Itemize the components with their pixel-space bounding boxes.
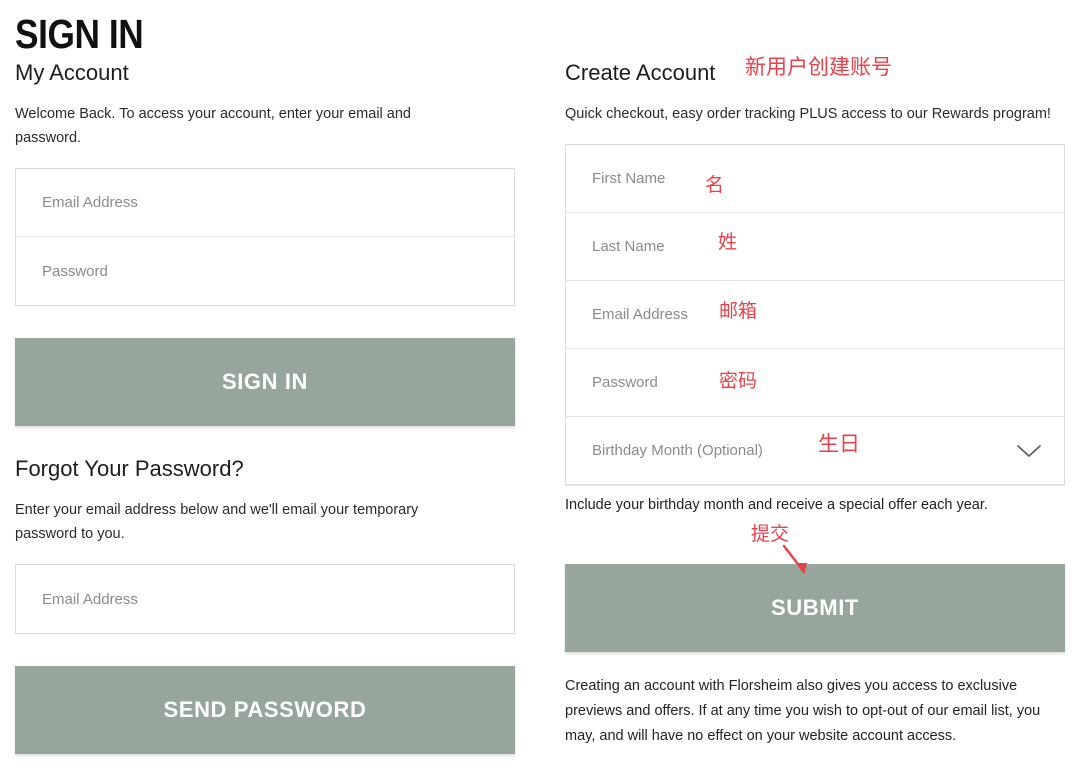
send-password-button[interactable]: SEND PASSWORD	[15, 666, 515, 754]
create-account-title: Create Account	[565, 60, 716, 85]
create-account-form: First Name Last Name Email Address Passw…	[565, 144, 1065, 486]
create-account-intro-text: Quick checkout, easy order tracking PLUS…	[565, 106, 1051, 122]
create-password-field[interactable]: Password	[566, 349, 1064, 417]
forgot-password-title: Forgot Your Password?	[15, 456, 244, 481]
sign-in-intro-text: Welcome Back. To access your account, en…	[15, 106, 411, 146]
page-subtitle: My Account	[15, 60, 129, 85]
signin-create-account-page: SIGN IN My Account Welcome Back. To acce…	[0, 0, 1086, 773]
last-name-field[interactable]: Last Name	[566, 213, 1064, 281]
create-account-footnote: Creating an account with Florsheim also …	[565, 678, 1041, 744]
birthday-month-select[interactable]: Birthday Month (Optional)	[566, 417, 1064, 485]
rewards-details-footnote: For complete Florsheim Rewards program d…	[565, 768, 1061, 773]
forgot-email-field-label: Email Address	[42, 590, 138, 608]
first-name-field-label: First Name	[592, 170, 666, 187]
page-title: SIGN IN	[15, 11, 144, 57]
submit-annotation: 提交	[751, 523, 790, 545]
chevron-down-icon	[1016, 443, 1042, 459]
submit-button[interactable]: SUBMIT	[565, 564, 1065, 652]
create-email-field-label: Email Address	[592, 306, 688, 323]
password-field-label: Password	[42, 262, 108, 280]
forgot-email-field[interactable]: Email Address	[16, 565, 514, 633]
create-account-column: Create Account 新用户创建账号 Quick checkout, e…	[565, 0, 1065, 773]
sign-in-column: SIGN IN My Account Welcome Back. To acce…	[15, 0, 515, 754]
first-name-field[interactable]: First Name	[566, 145, 1064, 213]
forgot-password-intro-text: Enter your email address below and we'll…	[15, 502, 419, 542]
sign-in-form: Email Address Password	[15, 168, 515, 306]
sign-in-button[interactable]: SIGN IN	[15, 338, 515, 426]
last-name-field-label: Last Name	[592, 238, 665, 255]
birthday-helper-note: Include your birthday month and receive …	[565, 497, 988, 513]
create-password-field-label: Password	[592, 374, 658, 391]
password-field[interactable]: Password	[16, 237, 514, 305]
email-field-label: Email Address	[42, 194, 138, 211]
birthday-month-label: Birthday Month (Optional)	[592, 442, 763, 459]
email-field[interactable]: Email Address	[16, 169, 514, 237]
create-email-field[interactable]: Email Address	[566, 281, 1064, 349]
forgot-password-form: Email Address	[15, 564, 515, 634]
